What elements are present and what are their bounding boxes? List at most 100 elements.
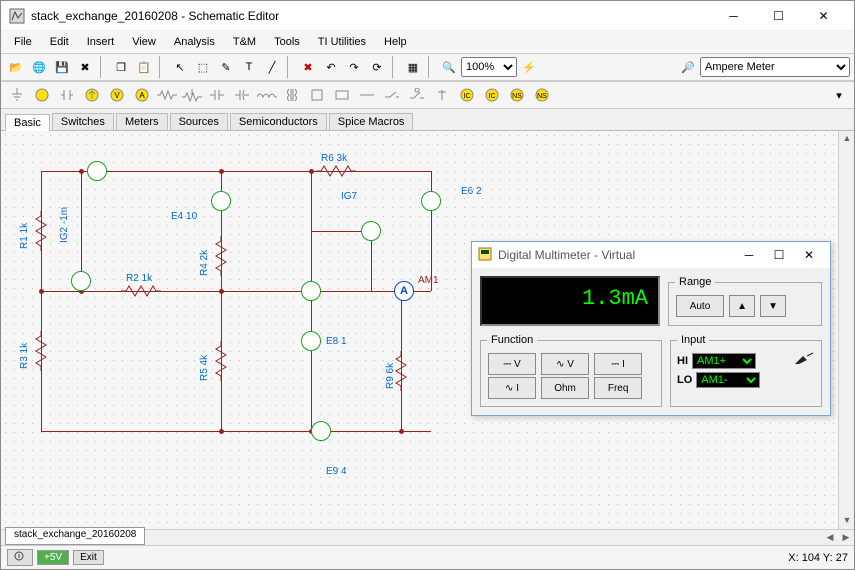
dmm-minimize-button[interactable]: ─ [734, 244, 764, 266]
tab-meters[interactable]: Meters [116, 113, 168, 130]
connector-icon[interactable] [430, 84, 454, 106]
jumper-icon[interactable] [355, 84, 379, 106]
dmm-fn-acv[interactable]: ∿ V [541, 353, 589, 375]
source-e4[interactable] [211, 191, 231, 211]
undo-icon[interactable]: ↶ [320, 56, 342, 78]
find-icon[interactable]: 🔎 [677, 56, 699, 78]
document-tab[interactable]: stack_exchange_20160208 [5, 527, 145, 545]
scroll-down-icon[interactable]: ▼ [839, 513, 854, 529]
tab-spice-macros[interactable]: Spice Macros [329, 113, 414, 130]
probe-icon[interactable] [793, 352, 815, 369]
menu-edit[interactable]: Edit [41, 34, 78, 50]
switch-comp-icon[interactable] [380, 84, 404, 106]
ic1-icon[interactable]: IC [455, 84, 479, 106]
ns1-icon[interactable]: NS [505, 84, 529, 106]
inductor-icon[interactable] [255, 84, 279, 106]
tab-basic[interactable]: Basic [5, 114, 50, 131]
tab-switches[interactable]: Switches [52, 113, 114, 130]
source-e6[interactable] [421, 191, 441, 211]
status-5v-button[interactable]: +5V [37, 550, 69, 565]
resistor-r1[interactable] [35, 211, 47, 251]
horizontal-scrollbar[interactable]: stack_exchange_20160208 ◀ ▶ [1, 529, 854, 545]
menu-tools[interactable]: Tools [265, 34, 309, 50]
chevron-down-icon[interactable]: ▾ [828, 84, 850, 106]
source-e8[interactable] [301, 331, 321, 351]
status-run-button[interactable] [7, 549, 33, 566]
scroll-up-icon[interactable]: ▲ [839, 131, 854, 147]
menu-ti-utilities[interactable]: TI Utilities [309, 34, 375, 50]
instrument-select[interactable]: Ampere Meter [700, 57, 850, 77]
digital-multimeter-window[interactable]: Digital Multimeter - Virtual ─ ☐ ✕ 1.3mA… [471, 241, 831, 416]
ground-icon[interactable] [5, 84, 29, 106]
bus-icon[interactable]: ╱ [261, 56, 283, 78]
tab-semiconductors[interactable]: Semiconductors [230, 113, 327, 130]
switch-icon[interactable]: ⚡ [518, 56, 540, 78]
tab-sources[interactable]: Sources [170, 113, 228, 130]
dmm-lo-select[interactable]: AM1- [696, 372, 760, 388]
close-button[interactable]: ✕ [801, 2, 846, 30]
vsource-vlabel-icon[interactable]: V [105, 84, 129, 106]
menu-view[interactable]: View [123, 34, 165, 50]
dmm-range-auto[interactable]: Auto [676, 295, 724, 317]
wire-icon[interactable]: ✎ [215, 56, 237, 78]
source-ig7[interactable] [361, 221, 381, 241]
text-icon[interactable]: T [238, 56, 260, 78]
save-icon[interactable]: 💾 [51, 56, 73, 78]
redo-icon[interactable]: ↷ [343, 56, 365, 78]
pointer-icon[interactable]: ↖ [169, 56, 191, 78]
coupled-ind-icon[interactable] [305, 84, 329, 106]
dmm-titlebar[interactable]: Digital Multimeter - Virtual ─ ☐ ✕ [472, 242, 830, 268]
vsource-dc-icon[interactable] [30, 84, 54, 106]
pot-icon[interactable] [180, 84, 204, 106]
dmm-close-button[interactable]: ✕ [794, 244, 824, 266]
dmm-fn-ohm[interactable]: Ohm [541, 377, 589, 399]
cap-pol-icon[interactable] [230, 84, 254, 106]
dmm-fn-freq[interactable]: Freq [594, 377, 642, 399]
resistor-r4[interactable] [215, 236, 227, 276]
zoom-icon[interactable]: 🔍 [438, 56, 460, 78]
maximize-button[interactable]: ☐ [756, 2, 801, 30]
resistor-r6[interactable] [316, 165, 356, 177]
dmm-range-down[interactable]: ▼ [760, 295, 786, 317]
isource-dc-icon[interactable] [80, 84, 104, 106]
menu-file[interactable]: File [5, 34, 41, 50]
delete-icon[interactable]: ✖ [297, 56, 319, 78]
scroll-left-icon[interactable]: ◀ [822, 530, 838, 545]
cap-icon[interactable] [205, 84, 229, 106]
copy-icon[interactable]: ❐ [110, 56, 132, 78]
resistor-icon[interactable] [155, 84, 179, 106]
ns2-icon[interactable]: NS [530, 84, 554, 106]
dmm-fn-aci[interactable]: ∿ I [488, 377, 536, 399]
pushbutton-icon[interactable] [405, 84, 429, 106]
transformer-icon[interactable] [280, 84, 304, 106]
ammeter[interactable]: A [394, 281, 414, 301]
battery-icon[interactable] [55, 84, 79, 106]
isource-alabel-icon[interactable]: A [130, 84, 154, 106]
resistor-r2[interactable] [121, 285, 161, 297]
vertical-scrollbar[interactable]: ▲ ▼ [838, 131, 854, 529]
dmm-fn-dci[interactable]: ⎓ I [594, 353, 642, 375]
resistor-r5[interactable] [215, 341, 227, 381]
menu-insert[interactable]: Insert [78, 34, 124, 50]
dmm-range-up[interactable]: ▲ [729, 295, 755, 317]
rotate-icon[interactable]: ⟳ [366, 56, 388, 78]
schematic-canvas[interactable]: A AM1 R1 1k R3 1k R2 1k R4 2k R5 4k R6 3… [1, 131, 838, 529]
globe-icon[interactable]: 🌐 [28, 56, 50, 78]
source-e9[interactable] [311, 421, 331, 441]
resistor-r9[interactable] [395, 351, 407, 391]
dmm-fn-dcv[interactable]: ⎓ V [488, 353, 536, 375]
dmm-maximize-button[interactable]: ☐ [764, 244, 794, 266]
menu-analysis[interactable]: Analysis [165, 34, 224, 50]
scroll-right-icon[interactable]: ▶ [838, 530, 854, 545]
grid-icon[interactable]: ▦ [402, 56, 424, 78]
source-top1[interactable] [87, 161, 107, 181]
minimize-button[interactable]: ─ [711, 2, 756, 30]
zoom-select[interactable]: 100% [461, 57, 517, 77]
select-icon[interactable]: ⬚ [192, 56, 214, 78]
menu-tm[interactable]: T&M [224, 34, 265, 50]
source-mid[interactable] [301, 281, 321, 301]
resistor-r3[interactable] [35, 331, 47, 371]
status-exit-button[interactable]: Exit [73, 550, 104, 565]
source-ig2[interactable] [71, 271, 91, 291]
open-icon[interactable]: 📂 [5, 56, 27, 78]
